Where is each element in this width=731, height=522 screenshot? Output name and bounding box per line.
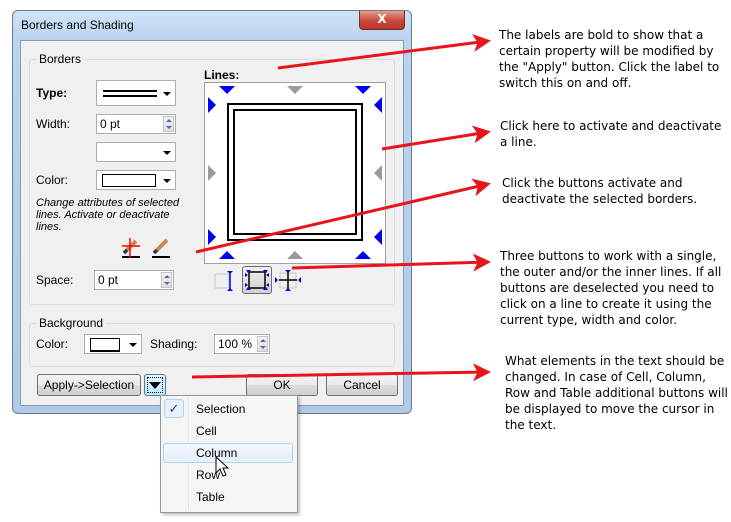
double-line-bottom (103, 95, 157, 97)
top-left-line-marker[interactable] (219, 86, 235, 94)
inner-lines-icon (275, 270, 301, 291)
outer-lines-icon (245, 270, 269, 290)
apply-target-dropdown-button[interactable] (144, 374, 166, 396)
menu-item-cell[interactable]: Cell (163, 421, 293, 441)
deactivate-lines-button[interactable] (120, 237, 142, 259)
menu-item-label: Cell (196, 424, 217, 438)
left-top-line-marker[interactable] (208, 97, 216, 113)
close-icon: X (377, 12, 387, 26)
borders-group-label: Borders (36, 52, 85, 66)
left-bottom-line-marker[interactable] (208, 229, 216, 245)
mouse-cursor-icon (215, 456, 230, 477)
right-bottom-line-marker[interactable] (374, 229, 382, 245)
cancel-button[interactable]: Cancel (326, 374, 398, 396)
menu-item-label: Table (196, 490, 225, 504)
background-group-label: Background (36, 316, 107, 330)
chevron-down-icon (163, 179, 171, 183)
space-value: 0 pt (98, 273, 119, 287)
inner-border-line[interactable] (233, 109, 357, 235)
attributes-note: Change attributes of selected lines. Act… (36, 197, 180, 233)
lines-label[interactable]: Lines: (204, 68, 239, 82)
chevron-down-icon (163, 151, 171, 155)
spin-updown-icon[interactable] (161, 272, 172, 288)
width-value: 0 pt (100, 117, 121, 131)
shading-label[interactable]: Shading: (150, 337, 197, 351)
activate-lines-button[interactable] (150, 237, 172, 259)
line-type-combo[interactable] (96, 80, 176, 106)
pencil-icon (152, 238, 170, 258)
close-button[interactable]: X (359, 11, 405, 30)
width-label[interactable]: Width: (36, 117, 70, 131)
background-color-label[interactable]: Color: (36, 337, 68, 351)
background-color-swatch (90, 338, 120, 352)
bottom-left-line-marker[interactable] (219, 251, 235, 259)
menu-item-table[interactable]: Table (163, 487, 293, 507)
line-color-combo[interactable] (96, 170, 176, 190)
dialog-client-area: Borders Type: Width: 0 pt Color: Change … (20, 40, 404, 406)
background-color-combo[interactable] (84, 334, 142, 354)
spin-updown-icon[interactable] (257, 336, 268, 352)
dialog-title: Borders and Shading (21, 18, 134, 32)
annotation-activate-borders: Click the buttons activate and deactivat… (502, 176, 698, 206)
annotation-apply-target: What elements in the text should be chan… (505, 354, 728, 432)
annotation-line-mode-buttons: Three buttons to work with a single, the… (500, 249, 722, 327)
single-line-icon (214, 271, 233, 291)
title-bar[interactable]: Borders and Shading X (13, 11, 411, 39)
chevron-down-icon (129, 343, 137, 347)
borders-shading-dialog: Borders and Shading X Borders Type: Widt… (12, 10, 412, 414)
apply-target-menu: ✓ Selection Cell Column Row Table (160, 395, 298, 513)
check-icon: ✓ (164, 399, 184, 418)
ok-button[interactable]: OK (246, 374, 318, 396)
color-label[interactable]: Color: (36, 173, 68, 187)
spin-updown-icon[interactable] (163, 116, 174, 132)
annotation-activate-line: Click here to activate and deactivate a … (500, 119, 722, 149)
width-spinner[interactable]: 0 pt (96, 114, 176, 134)
pencil-crossed-icon (122, 238, 140, 258)
menu-item-label: Selection (196, 402, 246, 416)
inner-vertical-bottom-marker[interactable] (287, 251, 303, 259)
top-right-line-marker[interactable] (355, 86, 371, 94)
inner-vertical-line-marker[interactable] (287, 86, 303, 94)
inner-lines-mode-button[interactable] (274, 268, 302, 292)
inner-horizontal-right-marker[interactable] (374, 165, 382, 181)
apply-selection-button[interactable]: Apply->Selection (37, 374, 141, 396)
bottom-right-line-marker[interactable] (355, 251, 371, 259)
space-label[interactable]: Space: (36, 273, 73, 287)
line-style-combo[interactable] (96, 142, 176, 162)
double-line-top (103, 90, 157, 92)
chevron-down-icon (163, 92, 171, 96)
inner-horizontal-line-marker[interactable] (208, 165, 216, 181)
single-line-mode-button[interactable] (212, 268, 238, 292)
menu-item-selection[interactable]: ✓ Selection (163, 399, 293, 419)
type-label[interactable]: Type: (36, 86, 67, 100)
borders-group: Borders Type: Width: 0 pt Color: Change … (29, 52, 395, 305)
color-swatch (102, 174, 156, 187)
shading-value: 100 % (218, 337, 253, 351)
lines-preview[interactable] (204, 82, 386, 264)
shading-spinner[interactable]: 100 % (214, 334, 270, 354)
right-top-line-marker[interactable] (374, 97, 382, 113)
annotation-bold-labels: The labels are bold to show that a certa… (499, 28, 720, 90)
background-group: Background Color: Shading: 100 % (29, 316, 395, 367)
outer-lines-mode-button[interactable] (242, 266, 272, 294)
space-spinner[interactable]: 0 pt (94, 270, 174, 290)
chevron-down-icon (149, 382, 161, 389)
